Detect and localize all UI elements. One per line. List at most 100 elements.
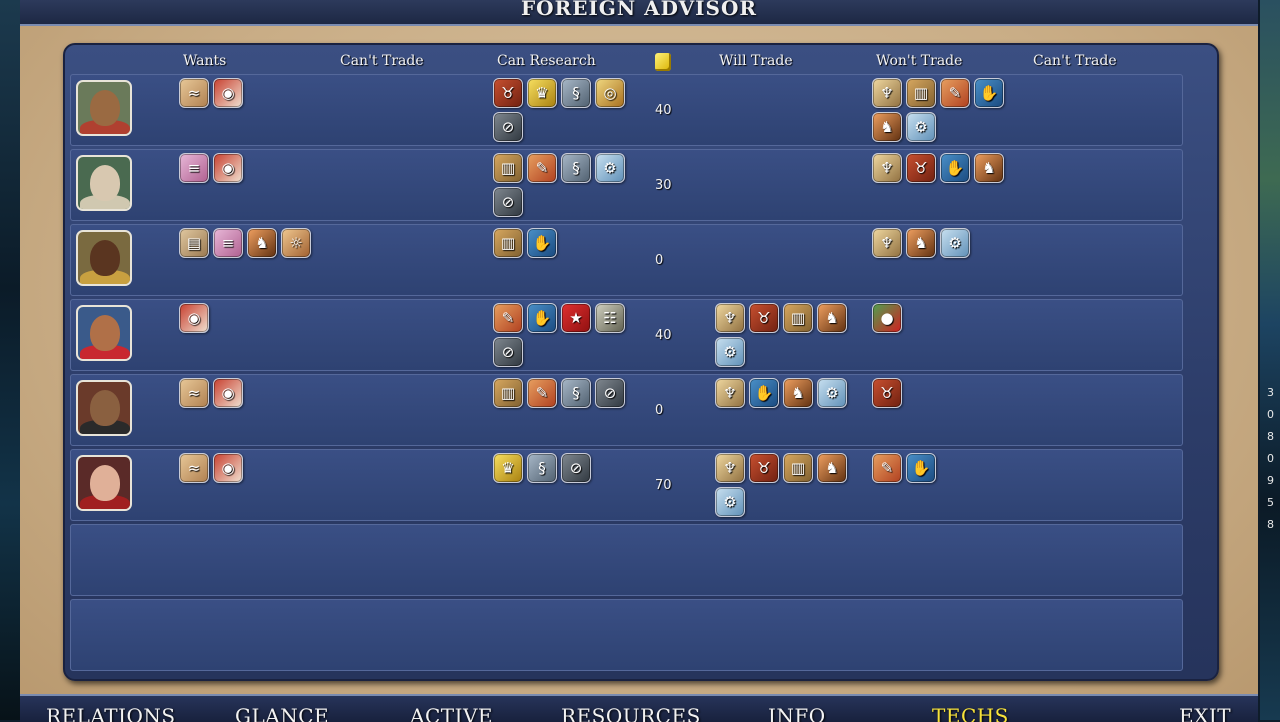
map-tech-icon[interactable]: ✎ — [872, 453, 902, 483]
hand-tech-icon[interactable]: ✋ — [527, 228, 557, 258]
horse-tech-icon[interactable]: ♞ — [247, 228, 277, 258]
leader-row[interactable]: ▤ ≡ ♞ ☼ ▥ ✋ ♆ ♞ ⚙ 0 — [70, 224, 1183, 296]
map-background-right: 3 0 8 0 9 5 8 — [1260, 0, 1280, 720]
buffalo-tech-icon[interactable]: ♉ — [872, 378, 902, 408]
horse-tech-icon[interactable]: ♞ — [817, 453, 847, 483]
ox-tech-icon[interactable]: ≈ — [179, 453, 209, 483]
gold-amount: 30 — [655, 178, 672, 193]
scroll-tech-icon[interactable]: ≡ — [213, 228, 243, 258]
idol-tech-icon[interactable]: ♆ — [715, 378, 745, 408]
ladder-tech-icon[interactable]: ☷ — [595, 303, 625, 333]
machine-tech-icon[interactable]: ⚙ — [906, 112, 936, 142]
tab-active[interactable]: ACTIVE — [410, 704, 493, 722]
gold-amount: 0 — [655, 253, 664, 268]
horse-tech-icon[interactable]: ♞ — [817, 303, 847, 333]
tablet-tech-icon[interactable]: ▥ — [783, 303, 813, 333]
eye-tech-icon[interactable]: ◉ — [213, 453, 243, 483]
leader-row[interactable]: ◉ ✎ ✋ ★ ☷ ⊘ ♆ ♉ ▥ ♞ ⚙ ● 40 — [70, 299, 1183, 371]
tab-resources[interactable]: RESOURCES — [561, 704, 701, 722]
machine-tech-icon[interactable]: ⚙ — [715, 487, 745, 517]
snake-tech-icon[interactable]: § — [561, 153, 591, 183]
hand-tech-icon[interactable]: ✋ — [749, 378, 779, 408]
tab-info[interactable]: INFO — [768, 704, 826, 722]
wheel-tech-icon[interactable]: ⊘ — [493, 187, 523, 217]
scroll-tech-icon[interactable]: ≡ — [179, 153, 209, 183]
wont-trade-cell: ♉ — [872, 378, 1012, 408]
map-tech-icon[interactable]: ✎ — [940, 78, 970, 108]
idol-tech-icon[interactable]: ♆ — [715, 303, 745, 333]
tab-relations[interactable]: RELATIONS — [46, 704, 176, 722]
snake-tech-icon[interactable]: § — [527, 453, 557, 483]
buffalo-tech-icon[interactable]: ♉ — [749, 453, 779, 483]
native-chief-portrait[interactable] — [76, 80, 132, 136]
eye-tech-icon[interactable]: ◉ — [213, 153, 243, 183]
idol-tech-icon[interactable]: ♆ — [872, 228, 902, 258]
tablet-tech-icon[interactable]: ▥ — [906, 78, 936, 108]
machine-tech-icon[interactable]: ⚙ — [817, 378, 847, 408]
wheel-tech-icon[interactable]: ⊘ — [493, 112, 523, 142]
crown-tech-icon[interactable]: ♛ — [493, 453, 523, 483]
compass-tech-icon[interactable]: ☼ — [281, 228, 311, 258]
hand-tech-icon[interactable]: ✋ — [527, 303, 557, 333]
empty-row — [70, 599, 1183, 671]
wheel-tech-icon[interactable]: ⊘ — [595, 378, 625, 408]
map-tech-icon[interactable]: ✎ — [527, 153, 557, 183]
wheel-tech-icon[interactable]: ⊘ — [561, 453, 591, 483]
horse-tech-icon[interactable]: ♞ — [974, 153, 1004, 183]
tablet-tech-icon[interactable]: ▥ — [493, 228, 523, 258]
idol-tech-icon[interactable]: ♆ — [715, 453, 745, 483]
flag-tech-icon[interactable]: ★ — [561, 303, 591, 333]
machine-tech-icon[interactable]: ⚙ — [940, 228, 970, 258]
mongol-khan-portrait[interactable] — [76, 380, 132, 436]
tablet-tech-icon[interactable]: ▥ — [493, 153, 523, 183]
idol-tech-icon[interactable]: ♆ — [872, 78, 902, 108]
machine-tech-icon[interactable]: ⚙ — [715, 337, 745, 367]
leader-row[interactable]: ≡ ◉ ▥ ✎ § ⚙ ⊘ ♆ ♉ ✋ ♞ 30 — [70, 149, 1183, 221]
tablet-tech-icon[interactable]: ▥ — [493, 378, 523, 408]
wont-trade-cell: ✎ ✋ — [872, 453, 1012, 483]
indian-leader-portrait[interactable] — [76, 305, 132, 361]
eye-tech-icon[interactable]: ◉ — [213, 78, 243, 108]
tablet-tech-icon[interactable]: ▥ — [783, 453, 813, 483]
machine-tech-icon[interactable]: ⚙ — [595, 153, 625, 183]
eye-tech-icon[interactable]: ◉ — [213, 378, 243, 408]
leader-row[interactable]: ≈ ◉ ♉ ♛ § ◎ ⊘ ♆ ▥ ✎ ✋ ♞ ⚙ 40 — [70, 74, 1183, 146]
crown-tech-icon[interactable]: ♛ — [527, 78, 557, 108]
map-tech-icon[interactable]: ✎ — [527, 378, 557, 408]
tab-glance[interactable]: GLANCE — [235, 704, 329, 722]
wants-cell: ≈ ◉ — [179, 378, 319, 408]
african-king-portrait[interactable] — [76, 230, 132, 286]
hand-tech-icon[interactable]: ✋ — [940, 153, 970, 183]
header-can-research: Can Research — [497, 53, 596, 69]
gold-amount: 40 — [655, 328, 672, 343]
horse-tech-icon[interactable]: ♞ — [872, 112, 902, 142]
ox-tech-icon[interactable]: ≈ — [179, 78, 209, 108]
queen-portrait[interactable] — [76, 455, 132, 511]
leader-row[interactable]: ≈ ◉ ▥ ✎ § ⊘ ♆ ✋ ♞ ⚙ ♉ 0 — [70, 374, 1183, 446]
side-counter: 5 — [1267, 496, 1274, 509]
leader-row[interactable]: ≈ ◉ ♛ § ⊘ ♆ ♉ ▥ ♞ ⚙ ✎ ✋ 70 — [70, 449, 1183, 521]
tab-techs[interactable]: TECHS — [932, 704, 1009, 722]
horse-tech-icon[interactable]: ♞ — [906, 228, 936, 258]
horse-tech-icon[interactable]: ♞ — [783, 378, 813, 408]
hand-tech-icon[interactable]: ✋ — [974, 78, 1004, 108]
parchment-tech-icon[interactable]: ▤ — [179, 228, 209, 258]
snake-tech-icon[interactable]: § — [561, 378, 591, 408]
eye-tech-icon[interactable]: ◉ — [179, 303, 209, 333]
buffalo-tech-icon[interactable]: ♉ — [493, 78, 523, 108]
idol-tech-icon[interactable]: ♆ — [872, 153, 902, 183]
coins-tech-icon[interactable]: ◎ — [595, 78, 625, 108]
buffalo-tech-icon[interactable]: ♉ — [749, 303, 779, 333]
buffalo-tech-icon[interactable]: ♉ — [906, 153, 936, 183]
wants-cell: ▤ ≡ ♞ ☼ — [179, 228, 319, 258]
hand-tech-icon[interactable]: ✋ — [906, 453, 936, 483]
wheel-tech-icon[interactable]: ⊘ — [493, 337, 523, 367]
gold-amount: 40 — [655, 103, 672, 118]
header-wont-trade: Won't Trade — [876, 53, 963, 69]
snake-tech-icon[interactable]: § — [561, 78, 591, 108]
school-tech-icon[interactable]: ● — [872, 303, 902, 333]
tab-exit[interactable]: EXIT — [1179, 704, 1231, 722]
ox-tech-icon[interactable]: ≈ — [179, 378, 209, 408]
map-tech-icon[interactable]: ✎ — [493, 303, 523, 333]
roman-leader-portrait[interactable] — [76, 155, 132, 211]
